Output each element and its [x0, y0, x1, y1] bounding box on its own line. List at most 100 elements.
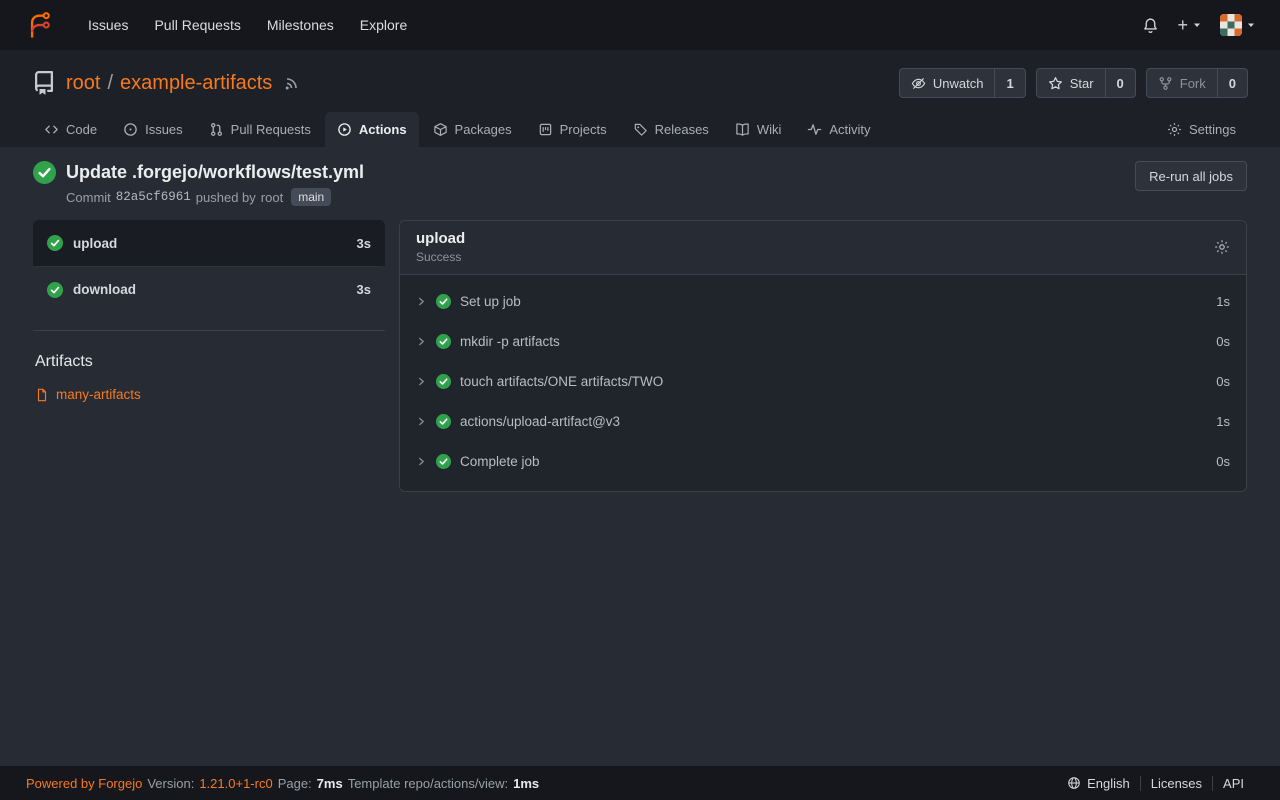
- job-success-icon: [47, 235, 63, 251]
- unwatch-label: Unwatch: [933, 76, 984, 91]
- version-link[interactable]: 1.21.0+1-rc0: [199, 776, 272, 791]
- tab-projects[interactable]: Projects: [526, 112, 619, 147]
- language-selector[interactable]: English: [1057, 776, 1140, 791]
- run-title: Update .forgejo/workflows/test.yml: [66, 161, 364, 183]
- step-success-icon: [436, 374, 451, 389]
- watch-count[interactable]: 1: [994, 69, 1024, 97]
- step-row-upload-artifact[interactable]: actions/upload-artifact@v3 1s: [400, 401, 1246, 441]
- repo-header: root / example-artifacts Unwatch 1: [0, 50, 1280, 147]
- fork-count[interactable]: 0: [1217, 69, 1247, 97]
- step-duration: 0s: [1216, 374, 1230, 389]
- nav-pull-requests[interactable]: Pull Requests: [144, 11, 250, 39]
- chevron-right-icon[interactable]: [416, 336, 427, 347]
- chevron-right-icon[interactable]: [416, 376, 427, 387]
- step-row-set-up-job[interactable]: Set up job 1s: [400, 281, 1246, 321]
- fork-button[interactable]: Fork 0: [1146, 68, 1248, 98]
- git-pull-request-icon: [209, 122, 224, 137]
- navbar-right: +: [1142, 14, 1256, 36]
- artifact-link-many-artifacts[interactable]: many-artifacts: [35, 387, 385, 402]
- step-row-mkdir[interactable]: mkdir -p artifacts 0s: [400, 321, 1246, 361]
- repo-tabs: Code Issues Pull Requests Actions Packag…: [32, 112, 1248, 147]
- footer: Powered by Forgejo Version: 1.21.0+1-rc0…: [0, 766, 1280, 800]
- breadcrumb: root / example-artifacts: [66, 72, 272, 95]
- commit-label: Commit: [66, 190, 111, 205]
- tag-icon: [633, 122, 648, 137]
- star-label: Star: [1070, 76, 1094, 91]
- tab-label: Packages: [455, 122, 512, 137]
- tab-packages[interactable]: Packages: [421, 112, 524, 147]
- step-success-icon: [436, 294, 451, 309]
- step-duration: 1s: [1216, 294, 1230, 309]
- job-duration: 3s: [357, 282, 371, 297]
- job-sidebar: upload 3s download 3s Artifacts many-art…: [33, 220, 385, 402]
- repo-name-link[interactable]: example-artifacts: [120, 72, 272, 95]
- nav-milestones[interactable]: Milestones: [257, 11, 344, 39]
- nav-issues[interactable]: Issues: [78, 11, 138, 39]
- repo-icon: [32, 71, 56, 95]
- user-menu[interactable]: [1220, 14, 1256, 36]
- job-row-download[interactable]: download 3s: [33, 266, 385, 312]
- play-circle-icon: [337, 122, 352, 137]
- artifacts-heading: Artifacts: [35, 353, 385, 371]
- step-row-complete-job[interactable]: Complete job 0s: [400, 441, 1246, 481]
- step-name: mkdir -p artifacts: [460, 334, 560, 349]
- book-icon: [735, 122, 750, 137]
- rerun-all-jobs-button[interactable]: Re-run all jobs: [1135, 161, 1247, 191]
- tab-activity[interactable]: Activity: [795, 112, 882, 147]
- forgejo-logo-icon: [24, 10, 54, 40]
- chevron-right-icon[interactable]: [416, 416, 427, 427]
- rss-icon[interactable]: [284, 75, 300, 91]
- powered-by-link[interactable]: Powered by Forgejo: [26, 776, 142, 791]
- api-link[interactable]: API: [1212, 776, 1254, 791]
- licenses-link[interactable]: Licenses: [1140, 776, 1212, 791]
- star-count[interactable]: 0: [1105, 69, 1135, 97]
- page-label: Page:: [278, 776, 312, 791]
- repo-action-buttons: Unwatch 1 Star 0 Fork: [899, 68, 1248, 98]
- chevron-down-icon: [1192, 20, 1202, 30]
- artifact-name: many-artifacts: [56, 387, 141, 402]
- tab-settings[interactable]: Settings: [1155, 112, 1248, 147]
- chevron-down-icon: [1246, 20, 1256, 30]
- fork-label: Fork: [1180, 76, 1206, 91]
- branch-badge[interactable]: main: [291, 188, 331, 206]
- tab-code[interactable]: Code: [32, 112, 109, 147]
- job-row-upload[interactable]: upload 3s: [33, 220, 385, 266]
- issue-opened-icon: [123, 122, 138, 137]
- step-success-icon: [436, 334, 451, 349]
- language-label: English: [1087, 776, 1130, 791]
- nav-explore[interactable]: Explore: [350, 11, 417, 39]
- page-time: 7ms: [317, 776, 343, 791]
- tab-wiki[interactable]: Wiki: [723, 112, 794, 147]
- tab-label: Issues: [145, 122, 183, 137]
- tab-label: Projects: [560, 122, 607, 137]
- commit-sha-link[interactable]: 82a5cf6961: [116, 190, 191, 204]
- job-success-icon: [47, 282, 63, 298]
- tab-issues[interactable]: Issues: [111, 112, 195, 147]
- tab-actions[interactable]: Actions: [325, 112, 419, 147]
- step-duration: 1s: [1216, 414, 1230, 429]
- forgejo-logo[interactable]: [24, 10, 54, 40]
- unwatch-button[interactable]: Unwatch 1: [899, 68, 1026, 98]
- footer-right: English Licenses API: [1057, 776, 1254, 791]
- job-name: download: [73, 282, 136, 297]
- tab-label: Wiki: [757, 122, 782, 137]
- repo-owner-link[interactable]: root: [66, 72, 100, 95]
- tab-releases[interactable]: Releases: [621, 112, 721, 147]
- chevron-right-icon[interactable]: [416, 296, 427, 307]
- file-icon: [35, 388, 49, 402]
- job-duration: 3s: [357, 236, 371, 251]
- step-success-icon: [436, 454, 451, 469]
- step-row-touch-artifacts[interactable]: touch artifacts/ONE artifacts/TWO 0s: [400, 361, 1246, 401]
- run-success-icon: [33, 161, 56, 206]
- step-success-icon: [436, 414, 451, 429]
- template-time: 1ms: [513, 776, 539, 791]
- job-options-button[interactable]: [1214, 239, 1230, 255]
- star-button[interactable]: Star 0: [1036, 68, 1136, 98]
- tab-pull-requests[interactable]: Pull Requests: [197, 112, 323, 147]
- chevron-right-icon[interactable]: [416, 456, 427, 467]
- create-new-menu[interactable]: +: [1177, 16, 1202, 34]
- commit-author-link[interactable]: root: [261, 190, 283, 205]
- actions-run-view: Update .forgejo/workflows/test.yml Commi…: [0, 147, 1280, 766]
- tab-label: Releases: [655, 122, 709, 137]
- notifications-button[interactable]: [1142, 17, 1159, 34]
